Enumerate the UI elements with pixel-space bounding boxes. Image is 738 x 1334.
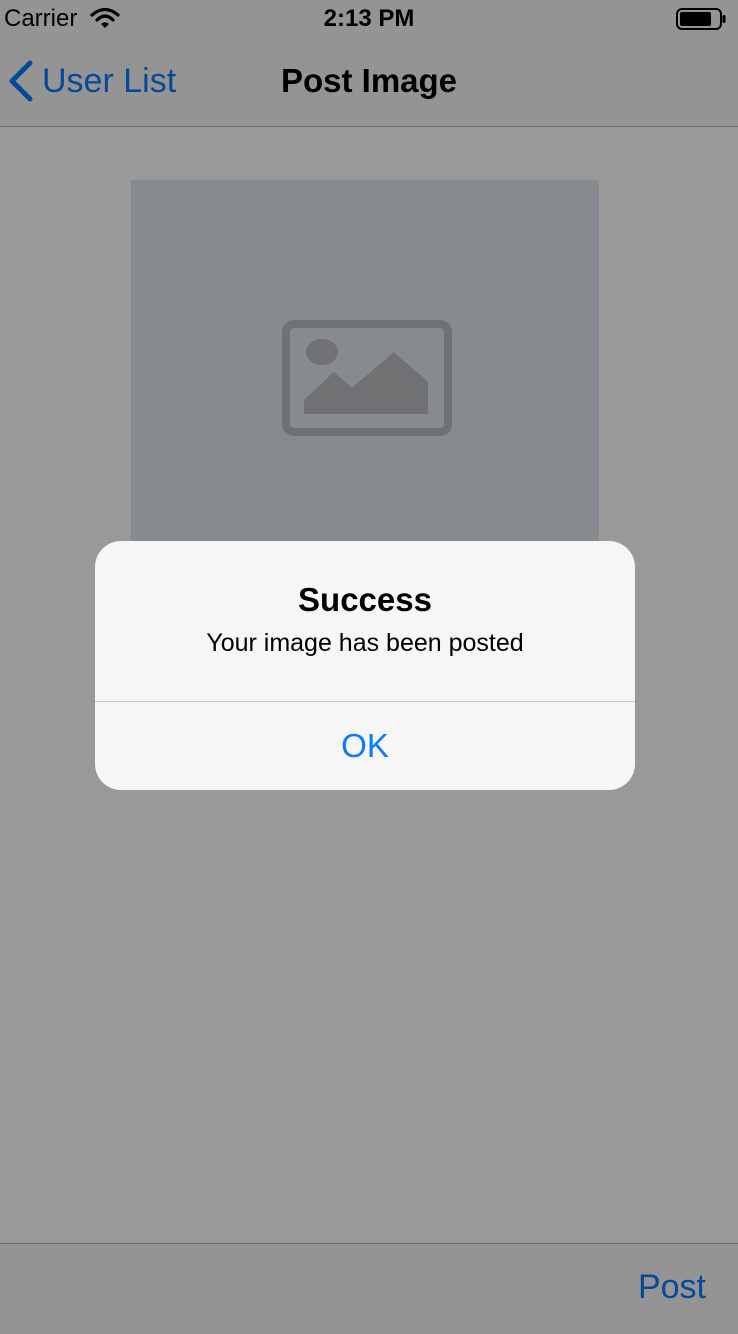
alert-title: Success	[298, 581, 432, 618]
alert-ok-button[interactable]: OK	[95, 702, 635, 790]
success-alert: Success Your image has been posted OK	[95, 541, 635, 790]
alert-message: Your image has been posted	[206, 629, 524, 657]
screen: Carrier 2:13 PM User List Post Image Pos…	[0, 0, 738, 1334]
